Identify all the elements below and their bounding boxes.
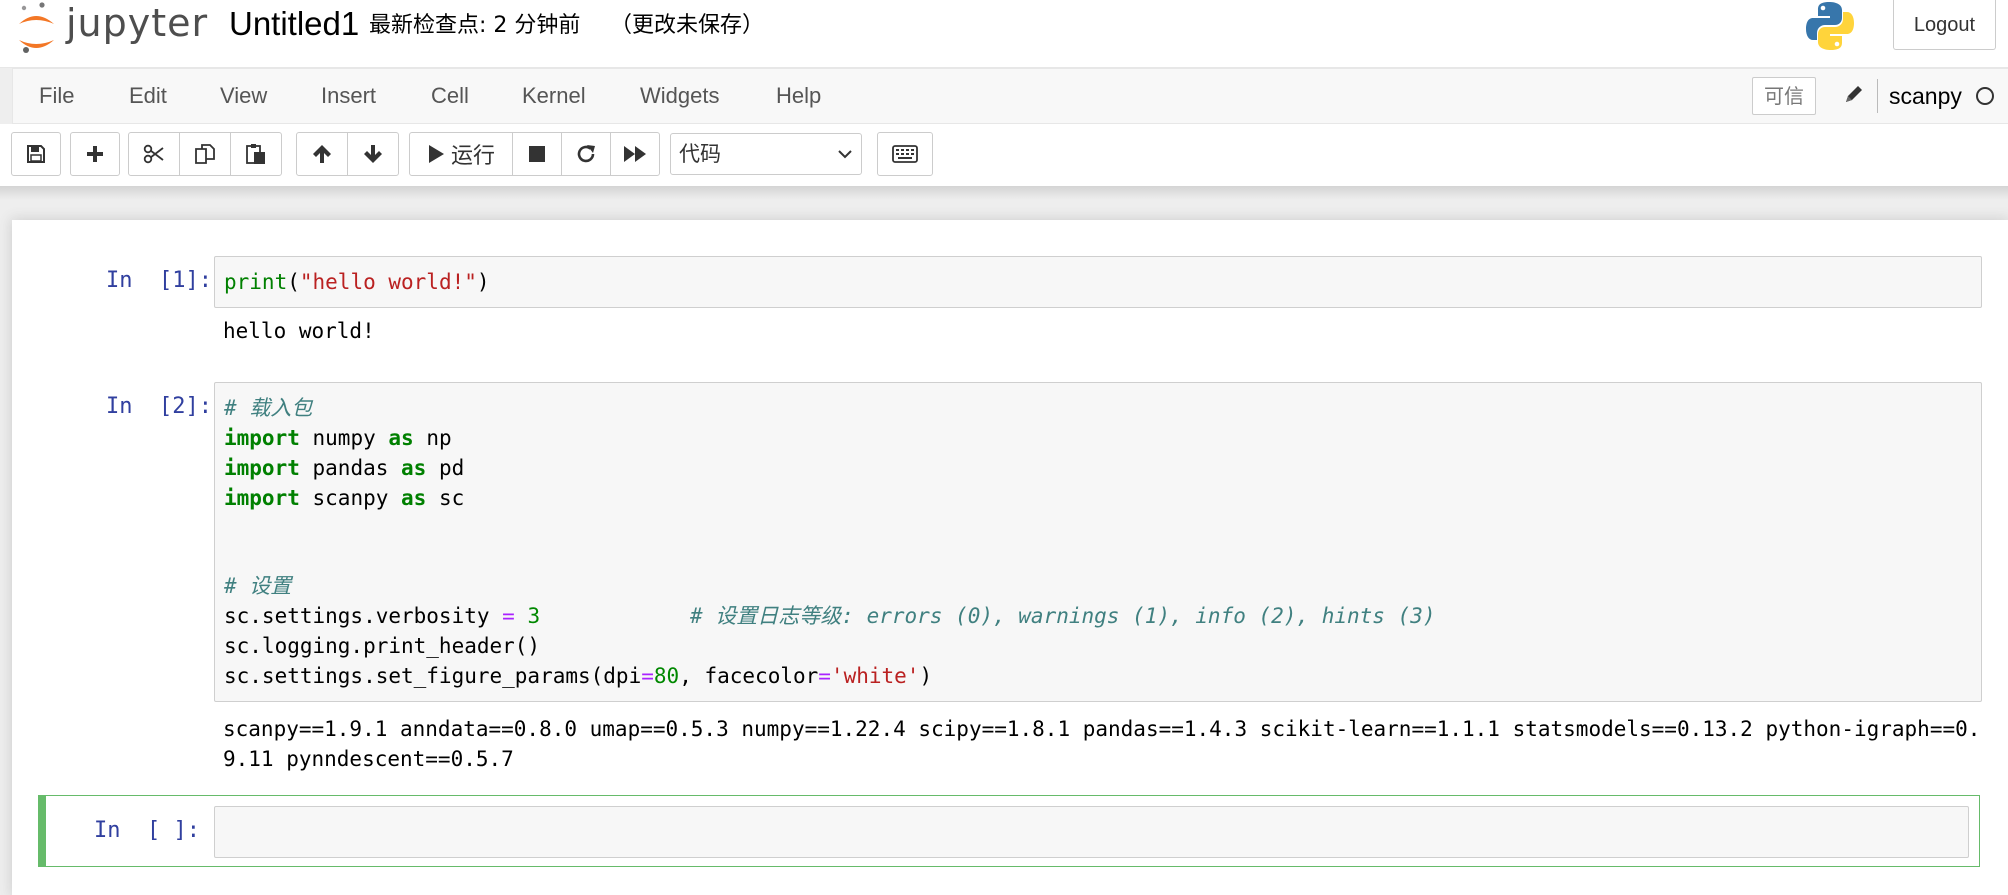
command-palette-button[interactable] bbox=[877, 132, 933, 176]
menu-insert[interactable]: Insert bbox=[321, 69, 376, 123]
code-line-import-1: import numpy as np bbox=[224, 426, 452, 450]
logout-button[interactable]: Logout bbox=[1893, 0, 1996, 50]
paste-icon bbox=[246, 144, 265, 164]
toolbar: 运行 代码 bbox=[0, 124, 2008, 186]
paste-button[interactable] bbox=[230, 132, 282, 176]
menu-widgets[interactable]: Widgets bbox=[640, 69, 719, 123]
kernel-separator bbox=[1877, 79, 1878, 113]
menu-help[interactable]: Help bbox=[776, 69, 821, 123]
cell-3-prompt: In [ ]: bbox=[94, 818, 200, 843]
arrow-up-icon bbox=[313, 145, 331, 163]
fast-forward-icon bbox=[624, 146, 646, 162]
python-logo-icon bbox=[1806, 2, 1854, 50]
cut-button[interactable] bbox=[128, 132, 180, 176]
menu-file[interactable]: File bbox=[39, 69, 74, 123]
menu-edit[interactable]: Edit bbox=[129, 69, 167, 123]
cell-2-output-line-1: scanpy==1.9.1 anndata==0.8.0 umap==0.5.3… bbox=[223, 717, 1981, 741]
toolbar-shadow bbox=[0, 186, 2008, 200]
cell-1-code: print("hello world!") bbox=[224, 270, 490, 294]
save-icon bbox=[27, 145, 45, 163]
cell-3-input[interactable] bbox=[214, 806, 1969, 858]
code-line-verbosity: sc.settings.verbosity = 3 bbox=[224, 604, 541, 628]
move-down-button[interactable] bbox=[347, 132, 399, 176]
restart-icon bbox=[577, 145, 595, 163]
code-line-import-3: import scanpy as sc bbox=[224, 486, 465, 510]
cell-2-input[interactable]: # 载入包 import numpy as np import pandas a… bbox=[214, 382, 1982, 702]
play-icon bbox=[428, 145, 444, 163]
jupyter-wordmark[interactable]: jupyter bbox=[66, 0, 208, 46]
cell-1-prompt: In [1]: bbox=[106, 268, 212, 293]
cell-2-output-line-2: 9.11 pynndescent==0.5.7 bbox=[223, 747, 514, 771]
cell-2-code: # 载入包 import numpy as np import pandas a… bbox=[224, 393, 1964, 693]
keyboard-icon bbox=[892, 145, 918, 163]
move-up-button[interactable] bbox=[296, 132, 348, 176]
code-line-comment-1: # 载入包 bbox=[224, 396, 313, 420]
code-line-figure-params: sc.settings.set_figure_params(dpi=80, fa… bbox=[224, 664, 933, 688]
cell-type-value: 代码 bbox=[679, 142, 721, 166]
interrupt-button[interactable] bbox=[512, 132, 562, 176]
kernel-idle-icon bbox=[1976, 87, 1994, 105]
scissors-icon bbox=[143, 144, 164, 164]
jupyter-logo-icon[interactable] bbox=[14, 0, 64, 56]
header: jupyter Untitled1 最新检查点: 2 分钟前 （更改未保存） L… bbox=[0, 0, 2008, 68]
menubar: File Edit View Insert Cell Kernel Widget… bbox=[12, 68, 2008, 124]
code-line-print-header: sc.logging.print_header() bbox=[224, 634, 541, 658]
pencil-icon[interactable] bbox=[1843, 83, 1865, 105]
stop-icon bbox=[529, 146, 545, 162]
code-line-comment-2: # 设置 bbox=[224, 574, 292, 598]
cell-1-output: hello world! bbox=[223, 319, 375, 343]
restart-button[interactable] bbox=[561, 132, 611, 176]
save-button[interactable] bbox=[11, 132, 61, 176]
insert-cell-button[interactable] bbox=[70, 132, 120, 176]
arrow-down-icon bbox=[364, 145, 382, 163]
run-button[interactable]: 运行 bbox=[409, 132, 513, 176]
autosave-status: （更改未保存） bbox=[610, 13, 765, 38]
code-line-import-2: import pandas as pd bbox=[224, 456, 465, 480]
kernel-name[interactable]: scanpy bbox=[1889, 69, 1962, 123]
copy-icon bbox=[195, 144, 215, 164]
trusted-indicator[interactable]: 可信 bbox=[1752, 77, 1816, 115]
run-label: 运行 bbox=[450, 144, 495, 169]
restart-run-all-button[interactable] bbox=[610, 132, 660, 176]
menu-cell[interactable]: Cell bbox=[431, 69, 469, 123]
copy-button[interactable] bbox=[179, 132, 231, 176]
notebook-container: In [1]: print("hello world!") hello worl… bbox=[12, 220, 2008, 895]
cell-1-input[interactable]: print("hello world!") bbox=[214, 256, 1982, 308]
checkpoint-status: 最新检查点: 2 分钟前 bbox=[369, 13, 581, 38]
cell-2-prompt: In [2]: bbox=[106, 394, 212, 419]
cell-type-select[interactable]: 代码 bbox=[670, 133, 862, 175]
menu-kernel[interactable]: Kernel bbox=[522, 69, 586, 123]
notebook-name[interactable]: Untitled1 bbox=[229, 3, 359, 45]
plus-icon bbox=[87, 146, 103, 162]
chevron-down-icon bbox=[838, 150, 852, 159]
code-line-comment-3: # 设置日志等级: errors (0), warnings (1), info… bbox=[690, 604, 1436, 628]
menu-view[interactable]: View bbox=[220, 69, 267, 123]
